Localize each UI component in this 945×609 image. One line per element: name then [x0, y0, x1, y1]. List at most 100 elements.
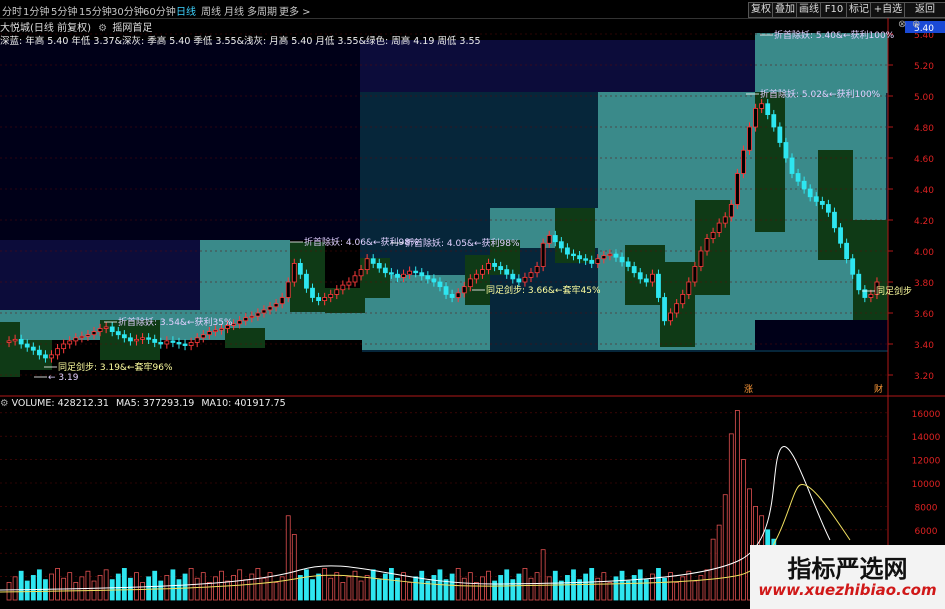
candle-body: [140, 337, 145, 340]
volume-bar: [607, 582, 613, 601]
candle-body: [67, 340, 73, 345]
volume-bar: [340, 582, 346, 601]
volume-bar: [431, 575, 437, 601]
volume-bar: [158, 580, 164, 601]
candle-body: [85, 334, 91, 337]
candle-body: [480, 269, 485, 275]
price-tick-label: 4.20: [914, 217, 934, 227]
expand-icon[interactable]: ⊕: [912, 19, 920, 30]
volume-bar: [128, 577, 133, 601]
candle-body: [297, 262, 303, 275]
annotation-label: ← 3.19: [48, 373, 79, 383]
volume-bar: [6, 582, 12, 601]
candle-body: [741, 149, 746, 174]
price-tick-label: 5.00: [914, 93, 934, 103]
candle-body: [473, 273, 479, 280]
volume-bar: [67, 572, 73, 601]
candle-body: [747, 126, 752, 151]
candle-body: [419, 272, 425, 277]
volume-bar: [352, 570, 358, 601]
candle-body: [819, 200, 825, 205]
candle-body: [443, 286, 449, 295]
annotation-label: 同足剑步: 3.66&←套牢45%: [486, 284, 601, 296]
volume-tick-label: 6000: [915, 527, 938, 537]
candle-body: [364, 258, 370, 271]
price-tick-label: 3.40: [914, 341, 934, 351]
candle-body: [261, 309, 267, 314]
candle-body: [504, 269, 510, 275]
candle-body: [176, 342, 182, 345]
volume-bar: [291, 534, 297, 601]
candle-body: [6, 340, 12, 343]
volume-bar: [36, 569, 42, 601]
candle-body: [36, 349, 42, 356]
candle-body: [455, 292, 461, 298]
volume-bar: [734, 410, 740, 601]
candle-body: [267, 306, 273, 311]
zone-1: [0, 40, 360, 240]
candle-body: [753, 108, 758, 128]
event-marker: 财: [874, 383, 883, 395]
candle-body: [777, 126, 783, 143]
candle-body: [285, 281, 291, 298]
volume-bar: [510, 579, 516, 601]
candle-body: [382, 267, 388, 274]
volume-bar: [680, 576, 686, 601]
volume-bar: [24, 580, 30, 601]
candle-body: [212, 329, 218, 332]
candle-body: [540, 242, 546, 267]
price-tick-label: 3.80: [914, 279, 934, 289]
volume-bar: [297, 575, 303, 601]
candle-body: [552, 235, 558, 243]
zone-4: [755, 33, 888, 93]
candle-body: [813, 196, 819, 202]
volume-bar: [552, 570, 558, 601]
candle-body: [291, 262, 297, 283]
price-tick-label: 4.80: [914, 124, 934, 134]
candle-body: [401, 273, 406, 278]
volume-bar: [18, 570, 24, 601]
candle-body: [826, 204, 831, 213]
volume-tick-label: 14000: [912, 433, 941, 443]
candle-body: [49, 354, 54, 359]
candle-body: [722, 216, 728, 224]
volume-bar: [219, 570, 224, 601]
candle-body: [55, 348, 60, 356]
volume-bar: [504, 569, 510, 601]
candle-body: [698, 250, 704, 267]
candle-body: [79, 335, 85, 339]
candle-body: [425, 275, 431, 280]
volume-bar: [637, 569, 643, 601]
kline-chart[interactable]: 5.405.205.004.804.604.404.204.003.803.60…: [0, 0, 945, 609]
candle-body: [449, 293, 455, 298]
volume-bar: [134, 572, 139, 601]
candle-body: [328, 293, 334, 298]
candle-body: [649, 273, 655, 283]
watermark-url: www.xuezhibiao.com: [758, 581, 937, 599]
candle-body: [115, 331, 121, 336]
candle-body: [558, 241, 564, 249]
candle-body: [868, 293, 874, 298]
price-tick-label: 4.00: [914, 248, 934, 258]
volume-bar: [164, 575, 170, 601]
volume-bar: [395, 577, 400, 601]
close-icon[interactable]: ⊗: [898, 19, 906, 30]
volume-bar: [692, 580, 698, 601]
candle-body: [595, 258, 601, 264]
volume-tick-label: 8000: [915, 503, 938, 513]
annotation-label: 同足剑步: [876, 285, 912, 297]
candle-body: [783, 142, 789, 159]
volume-bar: [498, 575, 504, 601]
candle-body: [346, 281, 352, 286]
candle-body: [613, 253, 619, 258]
volume-tick-label: 10000: [912, 480, 941, 490]
candle-body: [194, 337, 200, 343]
candle-body: [710, 231, 716, 239]
volume-bar: [741, 459, 746, 601]
volume-settings-icon[interactable]: ⚙: [0, 398, 9, 409]
volume-bar: [716, 524, 722, 601]
candle-body: [807, 188, 813, 198]
volume-bar: [176, 579, 182, 601]
candle-body: [188, 342, 194, 346]
volume-bar: [346, 576, 352, 601]
